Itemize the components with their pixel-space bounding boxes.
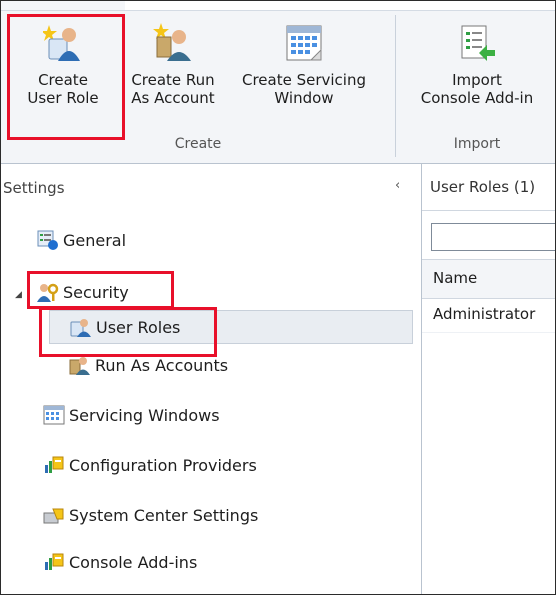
search-input[interactable]	[431, 223, 555, 251]
create-servicing-window-button[interactable]: Create Servicing Window	[229, 17, 379, 107]
nav-item-general[interactable]: General	[37, 223, 126, 257]
create-user-role-line1: Create	[38, 71, 88, 89]
general-icon	[37, 230, 58, 250]
security-keys-icon	[37, 283, 59, 302]
results-pane: User Roles (1) Name Administrator	[422, 164, 555, 594]
nav-header: Settings ‹	[1, 164, 421, 210]
title-strip	[1, 1, 555, 11]
create-run-as-account-line1: Create Run	[131, 71, 215, 89]
import-console-addin-line1: Import	[452, 71, 502, 89]
calendar-icon	[43, 405, 65, 425]
import-console-addin-button[interactable]: Import Console Add-in	[399, 17, 555, 107]
results-title: User Roles (1)	[430, 178, 536, 196]
create-user-role-line2: User Role	[27, 89, 99, 107]
row-name-cell: Administrator	[433, 305, 536, 323]
group-label-create: Create	[174, 136, 222, 152]
nav-item-label: Run As Accounts	[95, 355, 229, 375]
create-run-as-account-button[interactable]: Create Run As Account	[121, 17, 225, 107]
nav-item-label: General	[63, 230, 127, 250]
create-user-role-button[interactable]: Create User Role	[11, 17, 115, 107]
results-header: User Roles (1)	[422, 164, 555, 211]
expand-triangle-icon[interactable]: ◢	[15, 290, 22, 300]
user-roles-icon	[70, 319, 91, 337]
nav-item-label: User Roles	[96, 317, 181, 337]
nav-item-label: Configuration Providers	[69, 455, 257, 475]
nav-item-user-roles[interactable]: User Roles	[49, 310, 413, 344]
nav-item-run-as-accounts[interactable]: Run As Accounts	[69, 348, 228, 382]
nav-title: Settings	[3, 179, 65, 197]
nav-item-console-addins[interactable]: Console Add-ins	[43, 545, 197, 579]
create-servicing-window-line1: Create Servicing	[241, 71, 366, 89]
run-as-accounts-icon	[69, 357, 90, 375]
column-header-name[interactable]: Name	[422, 259, 555, 299]
ribbon: Create User Role Create Run As Account C…	[1, 11, 555, 164]
nav-item-label: Console Add-ins	[69, 552, 198, 572]
nav-item-label: System Center Settings	[69, 505, 259, 525]
nav-item-label: Servicing Windows	[69, 405, 220, 425]
group-label-import: Import	[453, 136, 501, 152]
import-addin-icon	[461, 25, 495, 61]
app-window: Create User Role Create Run As Account C…	[0, 0, 556, 595]
nav-item-security[interactable]: Security	[37, 275, 129, 309]
table-row[interactable]: Administrator	[422, 298, 555, 333]
create-user-role-icon	[43, 25, 80, 61]
group-separator	[395, 15, 396, 157]
console-addins-icon	[45, 553, 64, 570]
column-name-label: Name	[433, 269, 478, 287]
collapse-pane-icon[interactable]: ‹	[395, 178, 400, 193]
config-providers-icon	[45, 456, 64, 473]
system-center-icon	[43, 508, 64, 524]
import-console-addin-line2: Console Add-in	[420, 89, 534, 107]
navigation-pane: Settings ‹ ◢ General Security User Roles…	[1, 164, 422, 594]
nav-item-label: Security	[63, 282, 129, 302]
create-servicing-window-line2: Window	[274, 89, 334, 107]
create-run-as-account-icon	[153, 23, 191, 61]
nav-item-system-center-settings[interactable]: System Center Settings	[43, 498, 258, 532]
create-run-as-account-line2: As Account	[131, 89, 215, 107]
ribbon-tab-strip	[1, 1, 125, 10]
nav-item-configuration-providers[interactable]: Configuration Providers	[43, 448, 257, 482]
servicing-window-icon	[286, 25, 322, 61]
nav-item-servicing-windows[interactable]: Servicing Windows	[43, 398, 220, 432]
